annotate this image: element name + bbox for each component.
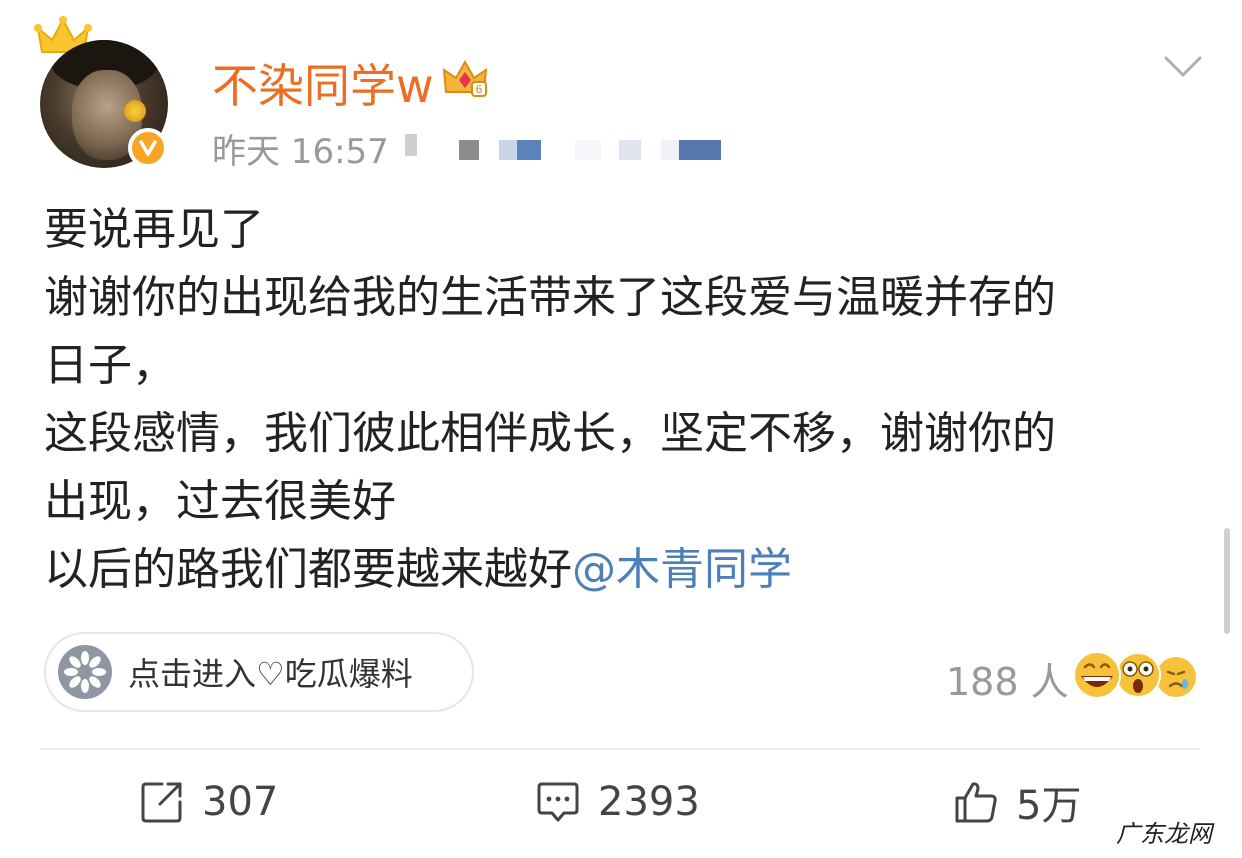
post-line: 要说再见了: [44, 204, 264, 255]
laugh-emoji: [1073, 651, 1121, 699]
source-redacted: [405, 132, 735, 160]
post-line-text: 以后的路我们都要越来越好: [44, 544, 572, 595]
verified-badge-icon: [128, 128, 168, 168]
like-button[interactable]: 5万: [954, 776, 1082, 829]
topic-label: 点击进入♡吃瓜爆料: [128, 655, 413, 693]
comment-count: 2393: [598, 779, 700, 825]
username[interactable]: 不染同学w: [212, 50, 434, 116]
repost-icon: [141, 782, 182, 823]
sad-emoji: [1156, 657, 1196, 697]
repost-count: 307: [202, 779, 279, 825]
post-line: 这段感情，我们彼此相伴成长，坚定不移，谢谢你的: [44, 408, 1056, 459]
svg-text:6: 6: [476, 83, 483, 96]
repost-button[interactable]: 307: [140, 776, 278, 828]
topic-pill[interactable]: 点击进入♡吃瓜爆料: [44, 632, 474, 712]
vip-crown-icon[interactable]: 6: [442, 56, 488, 100]
divider: [40, 748, 1200, 750]
mention-link[interactable]: @木青同学: [572, 544, 792, 595]
post-body: 要说再见了谢谢你的出现给我的生活带来了这段爱与温暖并存的 日子， 这段感情，我们彼此…: [44, 196, 1194, 604]
post-line: 日子，: [44, 340, 176, 391]
like-count: 5万: [1016, 783, 1082, 829]
thumbs-up-icon: [955, 782, 997, 823]
shocked-emoji: [1115, 652, 1161, 698]
scrollbar[interactable]: [1224, 528, 1230, 634]
reaction-count[interactable]: 188 人: [946, 651, 1069, 706]
post-timestamp: 昨天 16:57: [212, 132, 389, 172]
post-line: 谢谢你的出现给我的生活带来了这段爱与温暖并存的: [44, 272, 1056, 323]
watermark: 广东龙网: [1108, 812, 1220, 851]
post-line: 出现，过去很美好: [44, 476, 396, 527]
comment-icon: [537, 782, 579, 822]
reaction-emojis[interactable]: [1072, 650, 1202, 700]
chevron-down-icon[interactable]: [1164, 54, 1202, 80]
sunflower-topic-icon: [58, 645, 112, 699]
post-line: 以后的路我们都要越来越好@木青同学: [44, 536, 1194, 604]
comment-button[interactable]: 2393: [536, 776, 700, 828]
